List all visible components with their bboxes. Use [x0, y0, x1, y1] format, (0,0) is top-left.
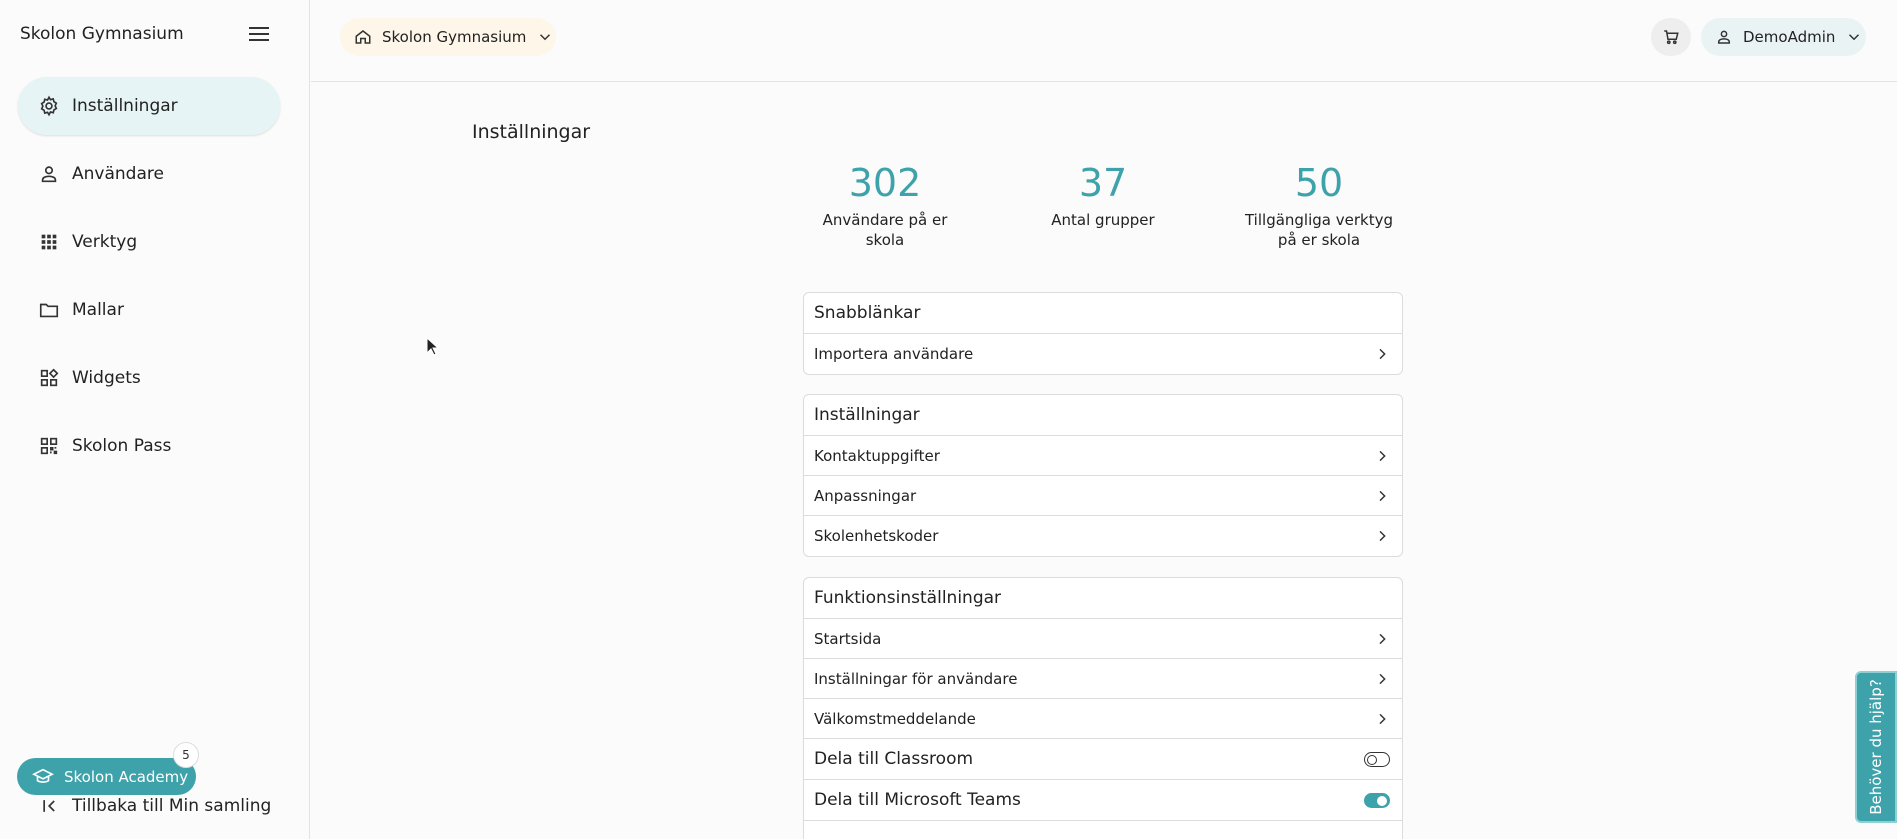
sidebar-item-label: Widgets: [72, 368, 141, 388]
gear-icon: [38, 95, 60, 117]
top-header: Skolon Gymnasium DemoAdmin: [311, 0, 1897, 82]
chevron-right-icon: [1379, 633, 1386, 644]
sidebar-item-label: Mallar: [72, 300, 124, 320]
chevron-right-icon: [1379, 713, 1386, 724]
row-label: Kontaktuppgifter: [814, 446, 940, 465]
sidebar-item-label: Verktyg: [72, 232, 138, 252]
row-label: Dela till Microsoft Teams: [814, 790, 1021, 810]
row-valkomstmeddelande[interactable]: Välkomstmeddelande: [804, 699, 1402, 739]
stat-caption: Användare på er skola: [822, 211, 948, 249]
stat-caption: Tillgängliga verktyg på er skola: [1244, 211, 1393, 249]
row-label: Skolenhetskoder: [814, 527, 939, 545]
functions-card: Funktionsinställningar Startsida Inställ…: [803, 577, 1403, 839]
grid-icon: [38, 231, 60, 253]
row-importera-anvandare[interactable]: Importera användare: [804, 334, 1402, 374]
card-title: Inställningar: [804, 395, 1402, 436]
quicklinks-card: Snabblänkar Importera användare: [803, 292, 1403, 375]
row-partial[interactable]: [804, 821, 1402, 839]
hamburger-menu-icon[interactable]: [247, 24, 271, 44]
sidebar-item-label: Skolon Pass: [72, 436, 172, 456]
sidebar: Skolon Gymnasium Inställningar Användare…: [0, 0, 310, 839]
row-dela-till-classroom: Dela till Classroom: [804, 739, 1402, 780]
row-startsida[interactable]: Startsida: [804, 619, 1402, 659]
person-icon: [38, 163, 60, 185]
sidebar-nav: Inställningar Användare Verktyg Mallar W…: [18, 77, 280, 485]
school-selector-label: Skolon Gymnasium: [382, 28, 527, 46]
page-title: Inställningar: [472, 121, 591, 143]
row-label: Välkomstmeddelande: [814, 709, 976, 728]
row-label: Importera användare: [814, 345, 974, 363]
user-menu-button[interactable]: DemoAdmin: [1701, 18, 1866, 56]
qr-icon: [38, 435, 60, 457]
chevron-right-icon: [1379, 348, 1386, 360]
chevron-down-icon: [1849, 34, 1860, 41]
row-label: Anpassningar: [814, 486, 917, 505]
sidebar-item-widgets[interactable]: Widgets: [18, 349, 280, 407]
skolon-academy-button[interactable]: Skolon Academy: [17, 758, 196, 795]
teams-toggle[interactable]: [1364, 792, 1390, 808]
chevron-right-icon: [1379, 450, 1386, 461]
back-to-collection-link[interactable]: Tillbaka till Min samling: [40, 796, 271, 816]
sidebar-item-installningar[interactable]: Inställningar: [18, 77, 280, 135]
collapse-left-icon: [43, 800, 55, 812]
folder-icon: [38, 299, 60, 321]
widgets-icon: [38, 367, 60, 389]
school-selector[interactable]: Skolon Gymnasium: [340, 18, 556, 56]
chevron-right-icon: [1379, 530, 1386, 542]
sidebar-item-label: Användare: [72, 164, 164, 184]
academy-count-badge: 5: [173, 742, 199, 768]
row-label: Dela till Classroom: [814, 749, 974, 769]
home-icon: [355, 30, 371, 44]
stat-tools: 50 Tillgängliga verktyg på er skola: [1244, 160, 1394, 250]
row-anpassningar[interactable]: Anpassningar: [804, 476, 1402, 516]
sidebar-item-mallar[interactable]: Mallar: [18, 281, 280, 339]
row-installningar-for-anvandare[interactable]: Inställningar för användare: [804, 659, 1402, 699]
chevron-right-icon: [1379, 673, 1386, 684]
card-title: Funktionsinställningar: [804, 578, 1402, 619]
sidebar-item-verktyg[interactable]: Verktyg: [18, 213, 280, 271]
row-skolenhetskoder[interactable]: Skolenhetskoder: [804, 516, 1402, 556]
skolon-academy-label: Skolon Academy: [64, 767, 189, 786]
stat-value: 37: [1078, 161, 1128, 205]
sidebar-title: Skolon Gymnasium: [20, 24, 184, 44]
cart-button[interactable]: [1651, 18, 1691, 56]
cart-icon: [1664, 30, 1679, 45]
chevron-right-icon: [1379, 490, 1386, 501]
sidebar-item-anvandare[interactable]: Användare: [18, 145, 280, 203]
sidebar-item-skolon-pass[interactable]: Skolon Pass: [18, 417, 280, 475]
settings-card: Inställningar Kontaktuppgifter Anpassnin…: [803, 394, 1403, 557]
chevron-down-icon: [540, 34, 551, 41]
classroom-toggle[interactable]: [1364, 751, 1390, 767]
user-name: DemoAdmin: [1743, 28, 1836, 46]
help-tab-label: Behöver du hjälp?: [1867, 679, 1885, 815]
help-tab-button[interactable]: Behöver du hjälp?: [1855, 671, 1897, 823]
stat-value: 50: [1294, 161, 1344, 205]
person-icon: [1718, 30, 1730, 44]
stat-value: 302: [848, 161, 922, 205]
graduation-cap-icon: [32, 768, 54, 783]
stat-caption: Antal grupper: [1051, 211, 1155, 229]
stat-groups: 37 Antal grupper: [1028, 160, 1178, 230]
row-kontaktuppgifter[interactable]: Kontaktuppgifter: [804, 436, 1402, 476]
row-label: Inställningar för användare: [814, 669, 1018, 688]
mouse-cursor-icon: [426, 337, 440, 356]
back-link-label: Tillbaka till Min samling: [72, 796, 272, 816]
card-title: Snabblänkar: [804, 293, 1402, 334]
row-label: Startsida: [814, 629, 882, 648]
sidebar-item-label: Inställningar: [72, 96, 178, 116]
stat-users: 302 Användare på er skola: [810, 160, 960, 250]
row-dela-till-teams: Dela till Microsoft Teams: [804, 780, 1402, 821]
